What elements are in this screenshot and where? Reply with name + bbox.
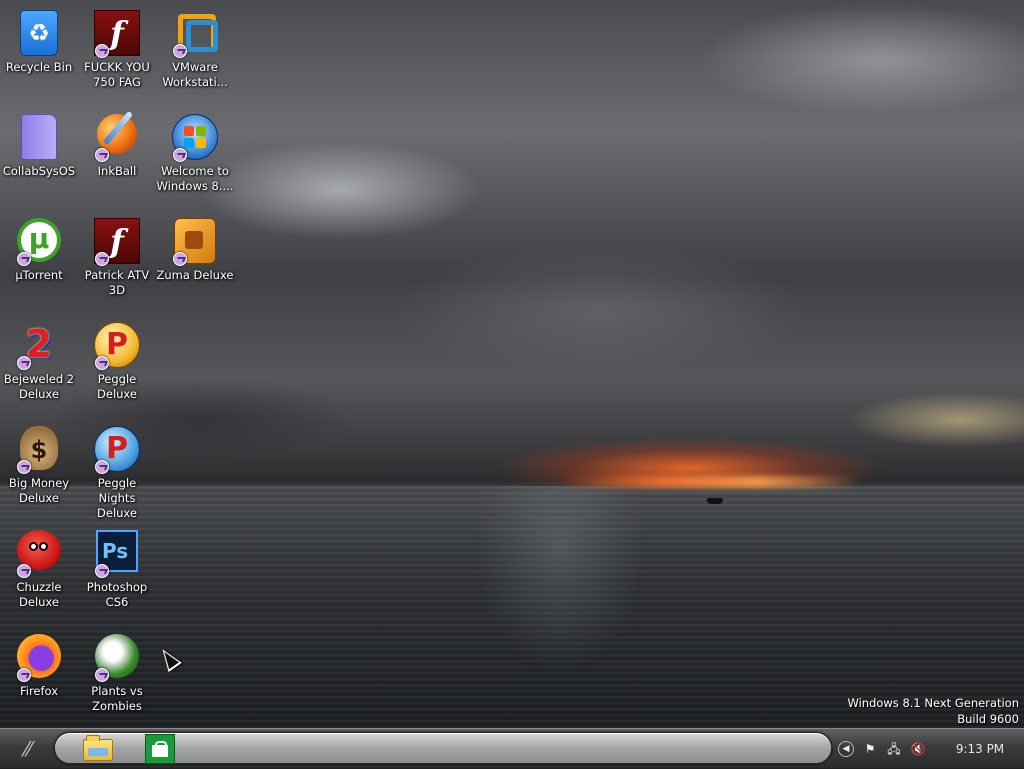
desktop-icon-firefox[interactable]: Firefox <box>0 628 78 699</box>
folder-icon <box>21 114 57 160</box>
desktop-icon-chuzzle[interactable]: Chuzzle Deluxe <box>0 524 78 610</box>
action-center-flag-icon[interactable]: ⚑ <box>862 741 878 757</box>
shortcut-arrow-icon <box>173 44 187 58</box>
desktop-icon-bejeweled-2[interactable]: 2 Bejeweled 2 Deluxe <box>0 316 78 402</box>
file-explorer-button[interactable] <box>79 735 113 761</box>
system-tray: ◀ ⚑ 🖧 🔇 9:13 PM <box>836 729 1024 769</box>
shortcut-arrow-icon <box>17 356 31 370</box>
shortcut-arrow-icon <box>95 460 109 474</box>
desktop-icon-label: Peggle Nights Deluxe <box>97 476 137 520</box>
shortcut-arrow-icon <box>95 252 109 266</box>
shortcut-arrow-icon <box>17 564 31 578</box>
shortcut-arrow-icon <box>173 148 187 162</box>
desktop-icon-welcome-windows[interactable]: Welcome to Windows 8.... <box>156 108 234 194</box>
desktop-icon-label: CollabSysOS <box>2 164 76 178</box>
desktop-icon-vmware[interactable]: VMware Workstati... <box>156 4 234 90</box>
shortcut-arrow-icon <box>95 356 109 370</box>
shortcut-arrow-icon <box>17 252 31 266</box>
shortcut-arrow-icon <box>95 148 109 162</box>
taskbar-clock[interactable]: 9:13 PM <box>944 741 1016 757</box>
desktop-icon-label: Firefox <box>19 684 59 698</box>
shortcut-arrow-icon <box>173 252 187 266</box>
desktop-icon-label: Peggle Deluxe <box>97 372 137 401</box>
desktop-icon-big-money[interactable]: $ Big Money Deluxe <box>0 420 78 506</box>
volume-muted-icon[interactable]: 🔇 <box>910 741 926 757</box>
desktop-icon-collabsysos[interactable]: CollabSysOS <box>0 108 78 179</box>
desktop-icon-label: Plants vs Zombies <box>91 684 143 713</box>
desktop-icon-label: Bejeweled 2 Deluxe <box>3 372 75 401</box>
start-button[interactable]: ⁄⁄ <box>8 733 48 765</box>
taskbar: ⁄⁄ ◀ ⚑ 🖧 🔇 9:13 PM <box>0 728 1024 768</box>
recycle-bin-icon: ♻ <box>20 10 58 56</box>
desktop-icon-patrick-atv[interactable]: f Patrick ATV 3D <box>78 212 156 298</box>
desktop-icon-label: Photoshop CS6 <box>86 580 148 609</box>
desktop-icon-label: InkBall <box>97 164 137 178</box>
desktop-icon-peggle-deluxe[interactable]: P Peggle Deluxe <box>78 316 156 402</box>
desktop-icon-peggle-nights[interactable]: P Peggle Nights Deluxe <box>78 420 156 521</box>
shortcut-arrow-icon <box>95 44 109 58</box>
show-hidden-icons-button[interactable]: ◀ <box>838 741 854 757</box>
os-watermark: Windows 8.1 Next Generation Build 9600 <box>847 695 1019 727</box>
watermark-build: Build 9600 <box>957 712 1019 726</box>
desktop-icon-utorrent[interactable]: µ µTorrent <box>0 212 78 283</box>
shortcut-arrow-icon <box>95 668 109 682</box>
desktop-icon-label: Patrick ATV 3D <box>84 268 150 297</box>
network-icon[interactable]: 🖧 <box>886 741 902 757</box>
wallpaper-sunset-glow <box>560 476 860 488</box>
shortcut-arrow-icon <box>17 460 31 474</box>
desktop-icon-label: VMware Workstati... <box>162 60 228 89</box>
file-explorer-icon <box>83 735 113 761</box>
taskbar-app-area <box>54 732 832 764</box>
desktop[interactable]: ♻ Recycle Bin CollabSysOS µ µTorrent 2 B… <box>0 0 1024 728</box>
store-button[interactable] <box>145 734 175 764</box>
desktop-icon-inkball[interactable]: InkBall <box>78 108 156 179</box>
desktop-icon-label: FUCKK YOU 750 FAG <box>84 60 150 89</box>
desktop-icon-recycle-bin[interactable]: ♻ Recycle Bin <box>0 4 78 75</box>
desktop-icon-label: µTorrent <box>15 268 63 282</box>
desktop-icon-label: Zuma Deluxe <box>156 268 234 282</box>
watermark-edition: Windows 8.1 Next Generation <box>847 696 1019 710</box>
desktop-icon-photoshop[interactable]: Ps Photoshop CS6 <box>78 524 156 610</box>
desktop-icon-label: Welcome to Windows 8.... <box>156 164 234 193</box>
desktop-icon-label: Recycle Bin <box>5 60 73 74</box>
desktop-icon-label: Big Money Deluxe <box>8 476 70 505</box>
desktop-icon-plants-vs-zombies[interactable]: Plants vs Zombies <box>78 628 156 714</box>
wallpaper-boat <box>707 498 723 504</box>
desktop-icon-flash-750[interactable]: f FUCKK YOU 750 FAG <box>78 4 156 90</box>
shortcut-arrow-icon <box>17 668 31 682</box>
desktop-icon-label: Chuzzle Deluxe <box>16 580 62 609</box>
desktop-icon-zuma-deluxe[interactable]: Zuma Deluxe <box>156 212 234 283</box>
shortcut-arrow-icon <box>95 564 109 578</box>
